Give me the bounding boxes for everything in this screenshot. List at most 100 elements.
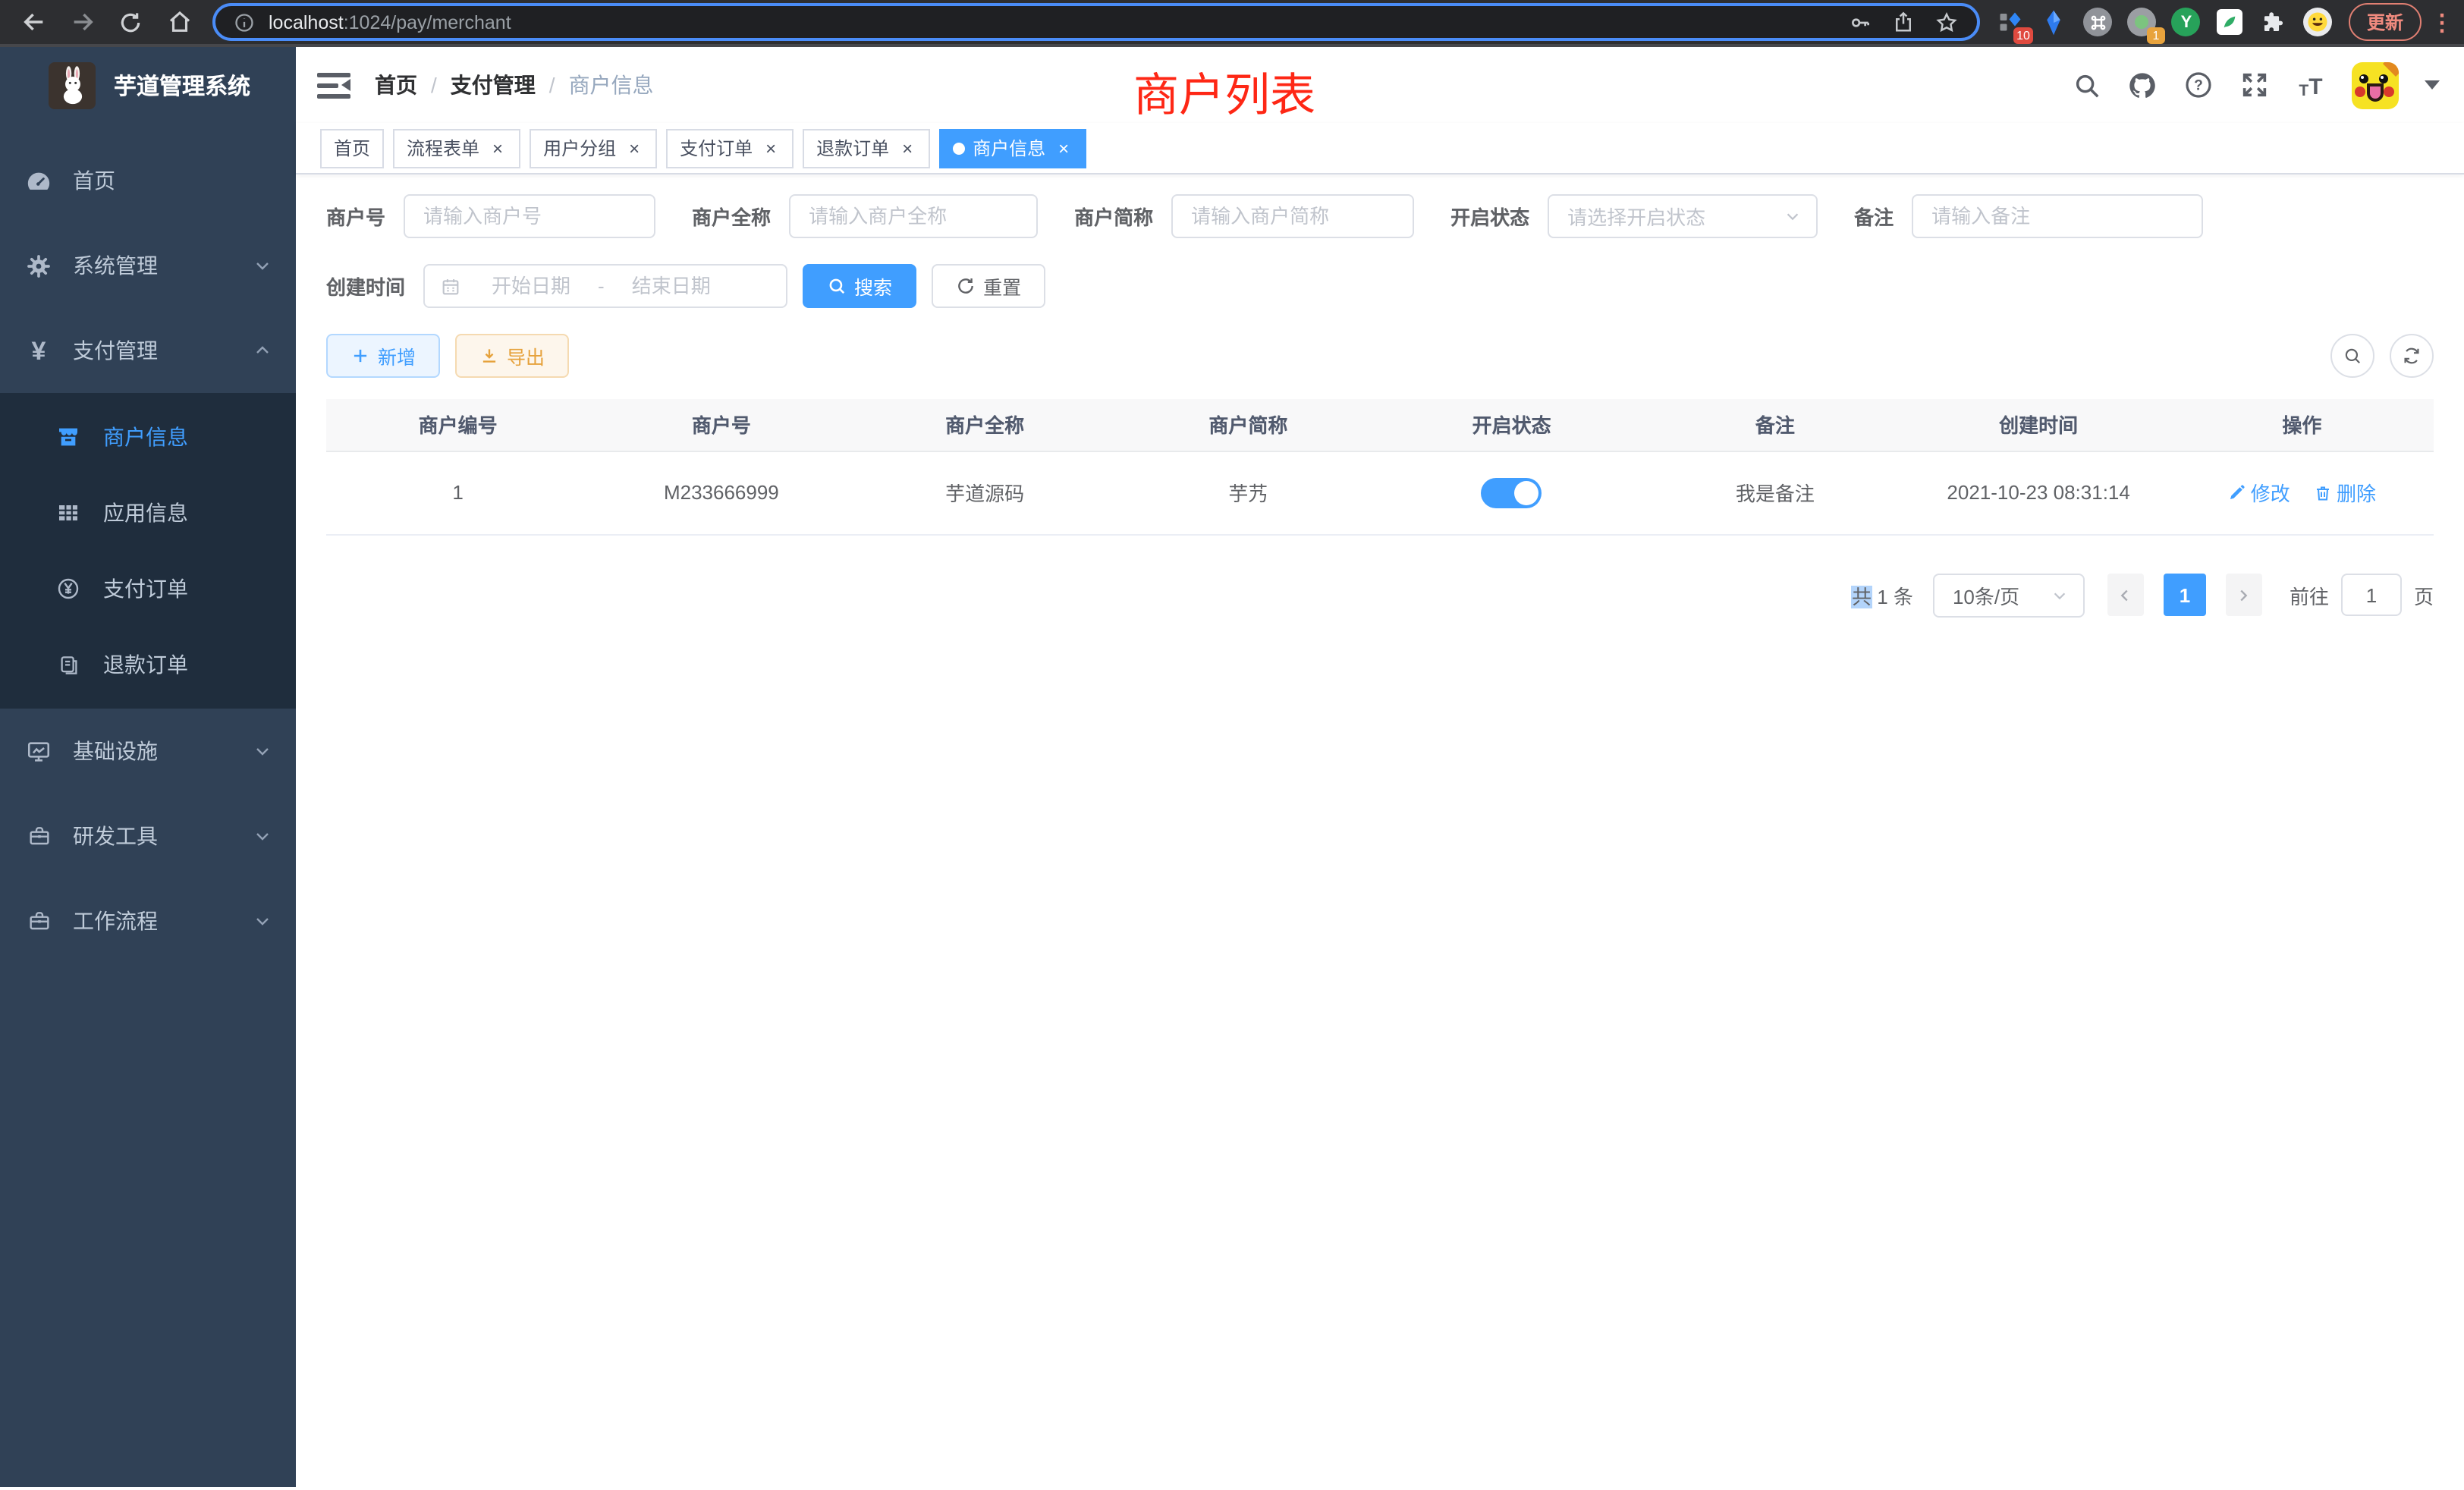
full-name-input[interactable]: [789, 194, 1038, 238]
sidebar-item-label: 系统管理: [73, 250, 253, 281]
help-icon[interactable]: ?: [2183, 70, 2214, 100]
cell-merchant-no: M233666999: [589, 451, 853, 534]
delete-button[interactable]: 删除: [2314, 478, 2376, 507]
app-logo[interactable]: 芋道管理系统: [0, 47, 296, 123]
browser-menu-icon[interactable]: ⋮: [2431, 8, 2452, 36]
extension-pin-icon[interactable]: [2039, 7, 2070, 37]
sidebar-item-label: 应用信息: [103, 498, 296, 528]
url-text: localhost:1024/pay/merchant: [269, 11, 1848, 33]
refresh-table-button[interactable]: [2390, 334, 2434, 378]
extension-notes-icon[interactable]: [2215, 7, 2246, 37]
sidebar-item-merchant-info[interactable]: 商户信息: [0, 399, 296, 475]
prev-page-button[interactable]: [2107, 574, 2144, 616]
share-icon[interactable]: [1892, 11, 1915, 33]
browser-address-bar[interactable]: localhost:1024/pay/merchant: [212, 3, 1980, 41]
end-date-input[interactable]: [614, 275, 729, 297]
start-date-input[interactable]: [473, 275, 589, 297]
chevron-right-icon: [2236, 586, 2252, 603]
browser-forward-button[interactable]: [64, 4, 100, 40]
remark-input[interactable]: [1912, 194, 2203, 238]
breadcrumb-home[interactable]: 首页: [375, 70, 417, 100]
profile-avatar-icon[interactable]: [2303, 7, 2334, 37]
short-name-input[interactable]: [1171, 194, 1414, 238]
merchant-no-label: 商户号: [326, 202, 385, 231]
browser-home-button[interactable]: [161, 4, 197, 40]
sidebar-item-system[interactable]: 系统管理: [0, 223, 296, 308]
tab-close-icon[interactable]: ×: [489, 139, 507, 157]
pagination: 共 1 条 10条/页 1 前往 页: [326, 573, 2434, 617]
document-icon: [56, 652, 80, 677]
sidebar-item-label: 工作流程: [73, 906, 253, 936]
next-page-button[interactable]: [2226, 574, 2262, 616]
tab-refund-orders[interactable]: 退款订单×: [803, 128, 930, 168]
tab-close-icon[interactable]: ×: [898, 139, 916, 157]
table-row: 1 M233666999 芋道源码 芋艿 我是备注 2021-10-23 08:…: [326, 451, 2434, 534]
avatar-caret-icon[interactable]: [2425, 80, 2440, 97]
sidebar-item-refund-orders[interactable]: 退款订单: [0, 627, 296, 703]
cell-remark: 我是备注: [1643, 451, 1906, 534]
tab-user-group[interactable]: 用户分组×: [530, 128, 657, 168]
tab-merchant-info[interactable]: 商户信息×: [939, 128, 1086, 168]
sidebar-collapse-icon[interactable]: [317, 71, 350, 99]
reset-button[interactable]: 重置: [932, 264, 1045, 308]
sidebar-menu: 首页 系统管理 ¥ 支付管理: [0, 123, 296, 963]
page-content: 商户号 商户全称 商户简称 开启状态 请选择开启状态: [296, 174, 2464, 617]
breadcrumb-payment[interactable]: 支付管理: [451, 70, 536, 100]
remark-label: 备注: [1854, 202, 1894, 231]
tab-close-icon[interactable]: ×: [625, 139, 643, 157]
sidebar-item-dev-tools[interactable]: 研发工具: [0, 794, 296, 879]
yen-icon: ¥: [26, 338, 52, 363]
create-time-range-picker[interactable]: -: [423, 264, 787, 308]
extension-recorder-icon[interactable]: 1: [2127, 7, 2158, 37]
full-name-label: 商户全称: [692, 202, 771, 231]
yen-circle-icon: [56, 577, 80, 601]
sidebar-item-app-info[interactable]: 应用信息: [0, 475, 296, 551]
export-button[interactable]: 导出: [455, 334, 569, 378]
tab-pay-orders[interactable]: 支付订单×: [666, 128, 794, 168]
shop-icon: [56, 425, 80, 449]
goto-page-input[interactable]: [2341, 574, 2402, 616]
sidebar-item-home[interactable]: 首页: [0, 138, 296, 223]
tab-home[interactable]: 首页: [320, 128, 384, 168]
extension-badge: 10: [2013, 27, 2033, 43]
toggle-search-button[interactable]: [2330, 334, 2374, 378]
edit-button[interactable]: 修改: [2228, 478, 2290, 507]
browser-update-button[interactable]: 更新: [2349, 3, 2422, 41]
extension-y-icon[interactable]: Y: [2171, 7, 2202, 37]
browser-reload-button[interactable]: [112, 4, 149, 40]
font-size-icon[interactable]: TT: [2296, 70, 2326, 100]
cell-merchant-id: 1: [326, 451, 589, 534]
col-merchant-id: 商户编号: [326, 399, 589, 451]
sidebar-item-workflow[interactable]: 工作流程: [0, 879, 296, 963]
header-search-icon[interactable]: [2071, 70, 2101, 100]
browser-back-button[interactable]: [15, 4, 52, 40]
sidebar-item-pay-orders[interactable]: 支付订单: [0, 551, 296, 627]
github-icon[interactable]: [2127, 70, 2158, 100]
tab-process-form[interactable]: 流程表单×: [393, 128, 520, 168]
status-select[interactable]: 请选择开启状态: [1548, 194, 1818, 238]
bookmark-star-icon[interactable]: [1934, 10, 1959, 34]
pencil-icon: [2228, 483, 2246, 501]
tab-close-icon[interactable]: ×: [762, 139, 780, 157]
extensions-puzzle-icon[interactable]: [2259, 7, 2290, 37]
calendar-icon: [440, 275, 461, 297]
sidebar-item-infrastructure[interactable]: 基础设施: [0, 709, 296, 794]
extension-command-icon[interactable]: [2083, 7, 2114, 37]
page-number-1[interactable]: 1: [2164, 574, 2206, 616]
cell-status: [1380, 451, 1643, 534]
site-info-icon[interactable]: [234, 11, 255, 33]
merchant-no-input[interactable]: [404, 194, 655, 238]
add-button[interactable]: 新增: [326, 334, 440, 378]
fullscreen-icon[interactable]: [2239, 70, 2270, 100]
sidebar-item-label: 基础设施: [73, 736, 253, 766]
page-size-select[interactable]: 10条/页: [1933, 573, 2085, 617]
extension-tasks-icon[interactable]: 10: [1995, 7, 2026, 37]
sidebar-item-payment[interactable]: ¥ 支付管理: [0, 308, 296, 393]
user-avatar[interactable]: [2352, 61, 2399, 108]
status-label: 开启状态: [1450, 202, 1529, 231]
password-key-icon[interactable]: [1848, 10, 1872, 34]
search-button[interactable]: 搜索: [803, 264, 916, 308]
col-actions: 操作: [2170, 399, 2434, 451]
status-toggle[interactable]: [1482, 477, 1542, 508]
tab-close-icon[interactable]: ×: [1054, 139, 1073, 157]
